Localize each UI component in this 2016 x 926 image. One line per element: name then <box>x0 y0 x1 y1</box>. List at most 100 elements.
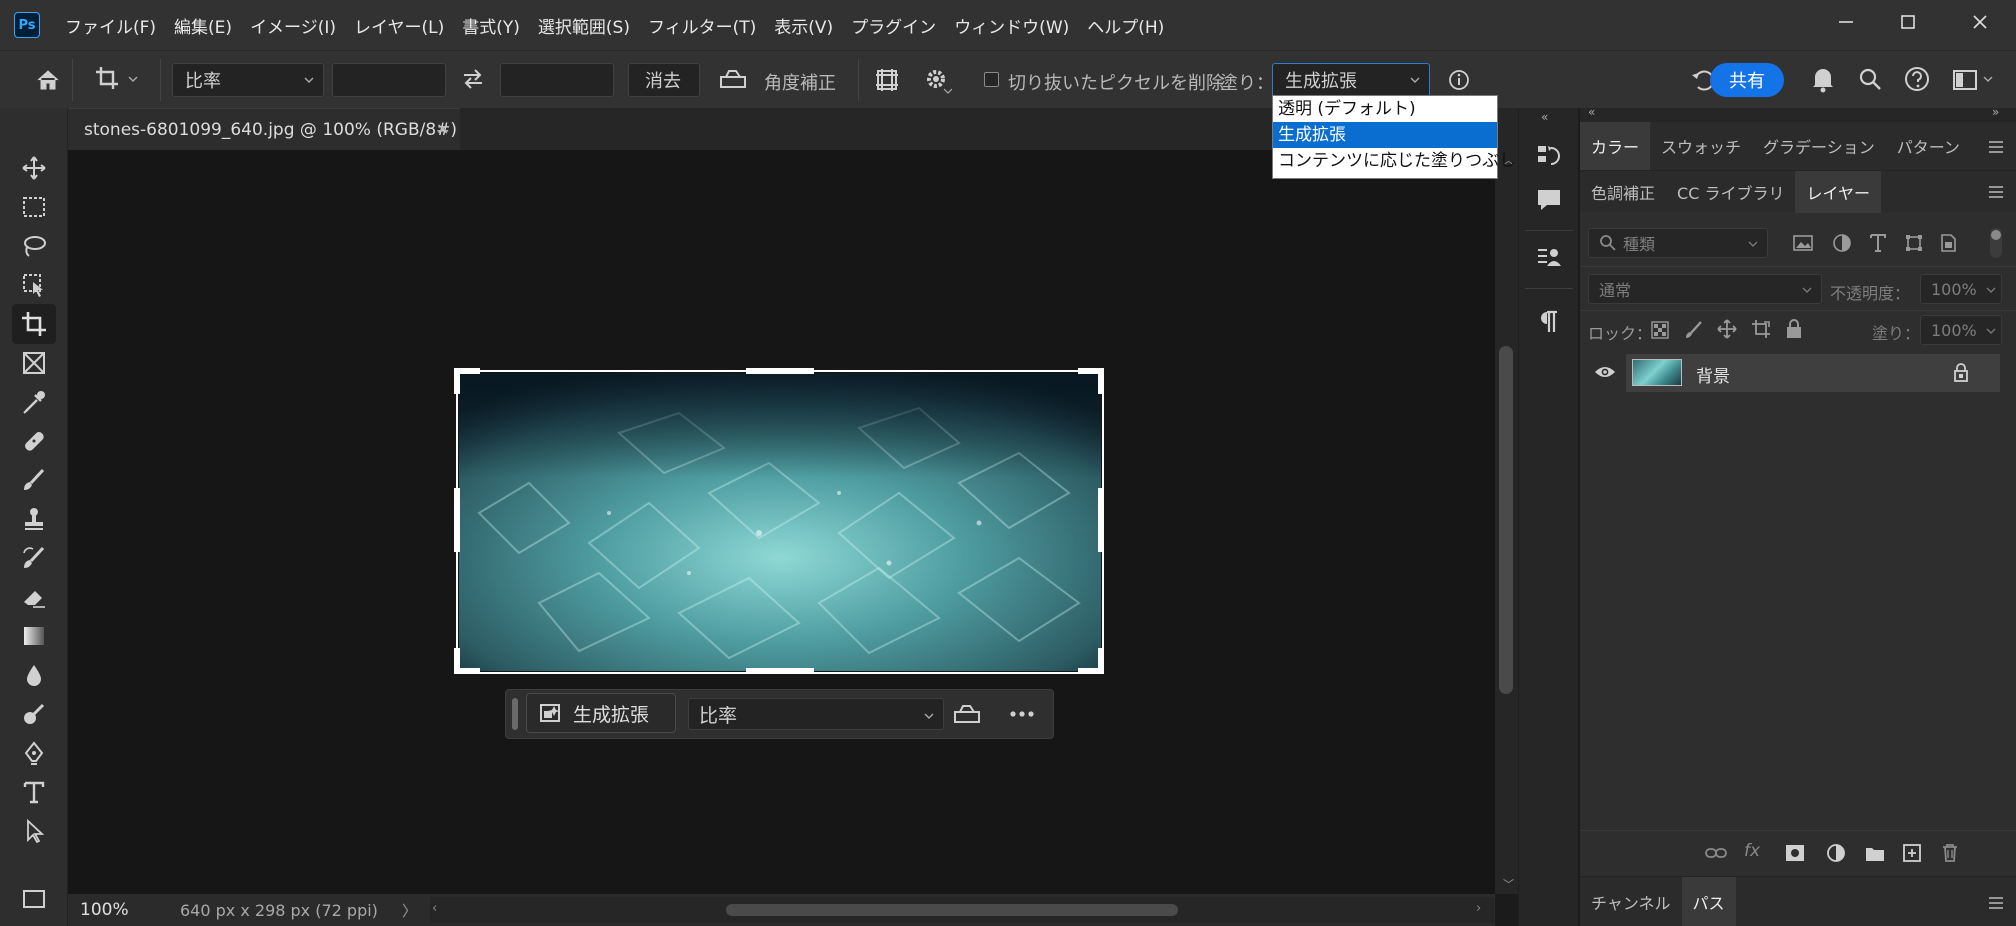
crop-handle-bottom-left[interactable] <box>454 648 460 674</box>
frame-tool[interactable] <box>18 347 50 379</box>
crop-handle-right[interactable] <box>1098 488 1104 552</box>
collapse-panels-icon[interactable]: « <box>1588 105 1595 119</box>
generative-expand-button[interactable]: 生成拡張 <box>526 693 676 733</box>
gradient-tool[interactable] <box>18 620 50 652</box>
straighten-label[interactable]: 角度補正 <box>764 69 836 95</box>
overlay-grid-button[interactable] <box>872 65 902 95</box>
layer-row[interactable]: 背景 <box>1626 354 2000 392</box>
tab-color[interactable]: カラー <box>1580 122 1651 170</box>
ratio-select[interactable]: 比率 <box>172 63 324 97</box>
close-tab-icon[interactable]: × <box>436 119 449 138</box>
tab-cc-libraries[interactable]: CC ライブラリ <box>1666 171 1795 213</box>
filter-type-icon[interactable] <box>1868 232 1888 254</box>
panel-menu-icon[interactable] <box>1988 140 2004 154</box>
horizontal-scroll-thumb[interactable] <box>726 904 1178 916</box>
menu-plugins[interactable]: プラグイン <box>842 13 945 38</box>
menu-help[interactable]: ヘルプ(H) <box>1078 13 1173 38</box>
layer-name[interactable]: 背景 <box>1696 362 1730 387</box>
width-input[interactable] <box>332 63 446 97</box>
crop-handle-bottom-right[interactable] <box>1098 648 1104 674</box>
rectangle-tool[interactable] <box>18 886 50 912</box>
blend-mode-select[interactable]: 通常 <box>1588 274 1822 304</box>
pen-tool[interactable] <box>18 737 50 769</box>
filter-pixel-icon[interactable] <box>1792 233 1814 253</box>
crop-tool[interactable] <box>12 304 56 344</box>
straighten-icon-button[interactable] <box>718 67 748 91</box>
paragraph-panel-button[interactable] <box>1535 308 1563 336</box>
canvas-image[interactable] <box>459 373 1101 671</box>
comments-panel-button[interactable] <box>1535 186 1563 214</box>
height-input[interactable] <box>500 63 614 97</box>
tab-channels[interactable]: チャンネル <box>1580 877 1682 926</box>
lock-position-icon[interactable] <box>1716 318 1738 340</box>
crop-preset-button[interactable] <box>94 65 138 93</box>
crop-handle-top-right[interactable] <box>1098 368 1104 394</box>
type-tool[interactable] <box>18 776 50 808</box>
fx-icon[interactable]: fx <box>1744 841 1760 861</box>
menu-image[interactable]: イメージ(I) <box>241 13 345 38</box>
menu-select[interactable]: 選択範囲(S) <box>529 13 639 38</box>
new-adjustment-icon[interactable] <box>1826 843 1848 865</box>
eraser-tool[interactable] <box>18 581 50 613</box>
eyedropper-tool[interactable] <box>18 386 50 418</box>
healing-brush-tool[interactable] <box>18 425 50 457</box>
menu-layer[interactable]: レイヤー(L) <box>345 13 453 38</box>
tab-paths[interactable]: パス <box>1681 877 1736 926</box>
lock-pixels-icon[interactable] <box>1684 320 1704 340</box>
crop-settings-button[interactable] <box>922 65 952 95</box>
panel-menu-icon[interactable] <box>1988 896 2004 910</box>
zoom-level[interactable]: 100% <box>80 900 129 920</box>
tab-gradients[interactable]: グラデーション <box>1752 122 1886 170</box>
crop-handle-bottom[interactable] <box>746 668 814 674</box>
fill-option-content-aware[interactable]: コンテンツに応じた塗りつぶし <box>1273 148 1516 174</box>
share-button[interactable]: 共有 <box>1710 63 1784 97</box>
search-button[interactable] <box>1858 67 1884 93</box>
lock-transparent-icon[interactable] <box>1650 320 1670 340</box>
brush-tool[interactable] <box>18 464 50 496</box>
path-selection-tool[interactable] <box>18 815 50 847</box>
stamp-tool[interactable] <box>18 503 50 535</box>
notifications-button[interactable] <box>1810 65 1836 93</box>
drag-handle[interactable] <box>512 698 518 730</box>
link-layers-icon[interactable] <box>1704 845 1728 861</box>
fill-opacity-input[interactable]: 100% <box>1920 315 2002 345</box>
layer-filter-select[interactable]: 種類 <box>1588 228 1768 258</box>
blur-tool[interactable] <box>18 659 50 691</box>
delete-cropped-checkbox[interactable] <box>984 72 999 87</box>
collapse-strip-icon[interactable]: « <box>1541 110 1548 124</box>
opacity-input[interactable]: 100% <box>1920 274 2002 304</box>
scroll-right-icon[interactable]: › <box>1476 901 1481 916</box>
context-ratio-select[interactable]: 比率 <box>688 698 944 730</box>
clear-button[interactable]: 消去 <box>628 63 700 97</box>
menu-edit[interactable]: 編集(E) <box>165 13 241 38</box>
lasso-tool[interactable] <box>18 230 50 262</box>
fill-option-transparent[interactable]: 透明 (デフォルト) <box>1273 96 1497 122</box>
menu-file[interactable]: ファイル(F) <box>56 13 165 38</box>
fill-select[interactable]: 生成拡張 <box>1272 63 1430 97</box>
workspace-button[interactable] <box>1952 68 1994 92</box>
filter-toggle[interactable] <box>1990 228 2002 258</box>
lock-all-icon[interactable] <box>1784 318 1804 340</box>
tab-adjustments[interactable]: 色調補正 <box>1580 171 1666 213</box>
menu-filter[interactable]: フィルター(T) <box>639 13 765 38</box>
close-window-button[interactable] <box>1944 0 2016 44</box>
filter-smart-object-icon[interactable] <box>1938 232 1958 254</box>
history-panel-button[interactable] <box>1535 142 1563 170</box>
filter-shape-icon[interactable] <box>1904 233 1924 253</box>
horizontal-scrollbar[interactable]: ‹ › <box>430 897 1494 923</box>
tab-swatches[interactable]: スウォッチ <box>1650 122 1752 170</box>
tab-patterns[interactable]: パターン <box>1886 122 1971 170</box>
help-button[interactable] <box>1904 66 1932 94</box>
info-expand-icon[interactable]: 〉 <box>402 900 417 921</box>
scroll-down-icon[interactable]: ﹀ <box>1503 876 1514 892</box>
folder-icon[interactable] <box>1864 843 1886 863</box>
expand-panels-icon[interactable]: » <box>1992 105 1999 119</box>
lock-artboard-icon[interactable] <box>1750 318 1772 340</box>
fill-option-generative-expand[interactable]: 生成拡張 <box>1273 122 1497 148</box>
object-selection-tool[interactable] <box>18 269 50 301</box>
dodge-tool[interactable] <box>18 698 50 730</box>
panel-menu-icon[interactable] <box>1988 185 2004 199</box>
trash-icon[interactable] <box>1940 842 1960 864</box>
tab-layers[interactable]: レイヤー <box>1795 171 1881 213</box>
layer-lock-icon[interactable] <box>1952 363 1970 383</box>
